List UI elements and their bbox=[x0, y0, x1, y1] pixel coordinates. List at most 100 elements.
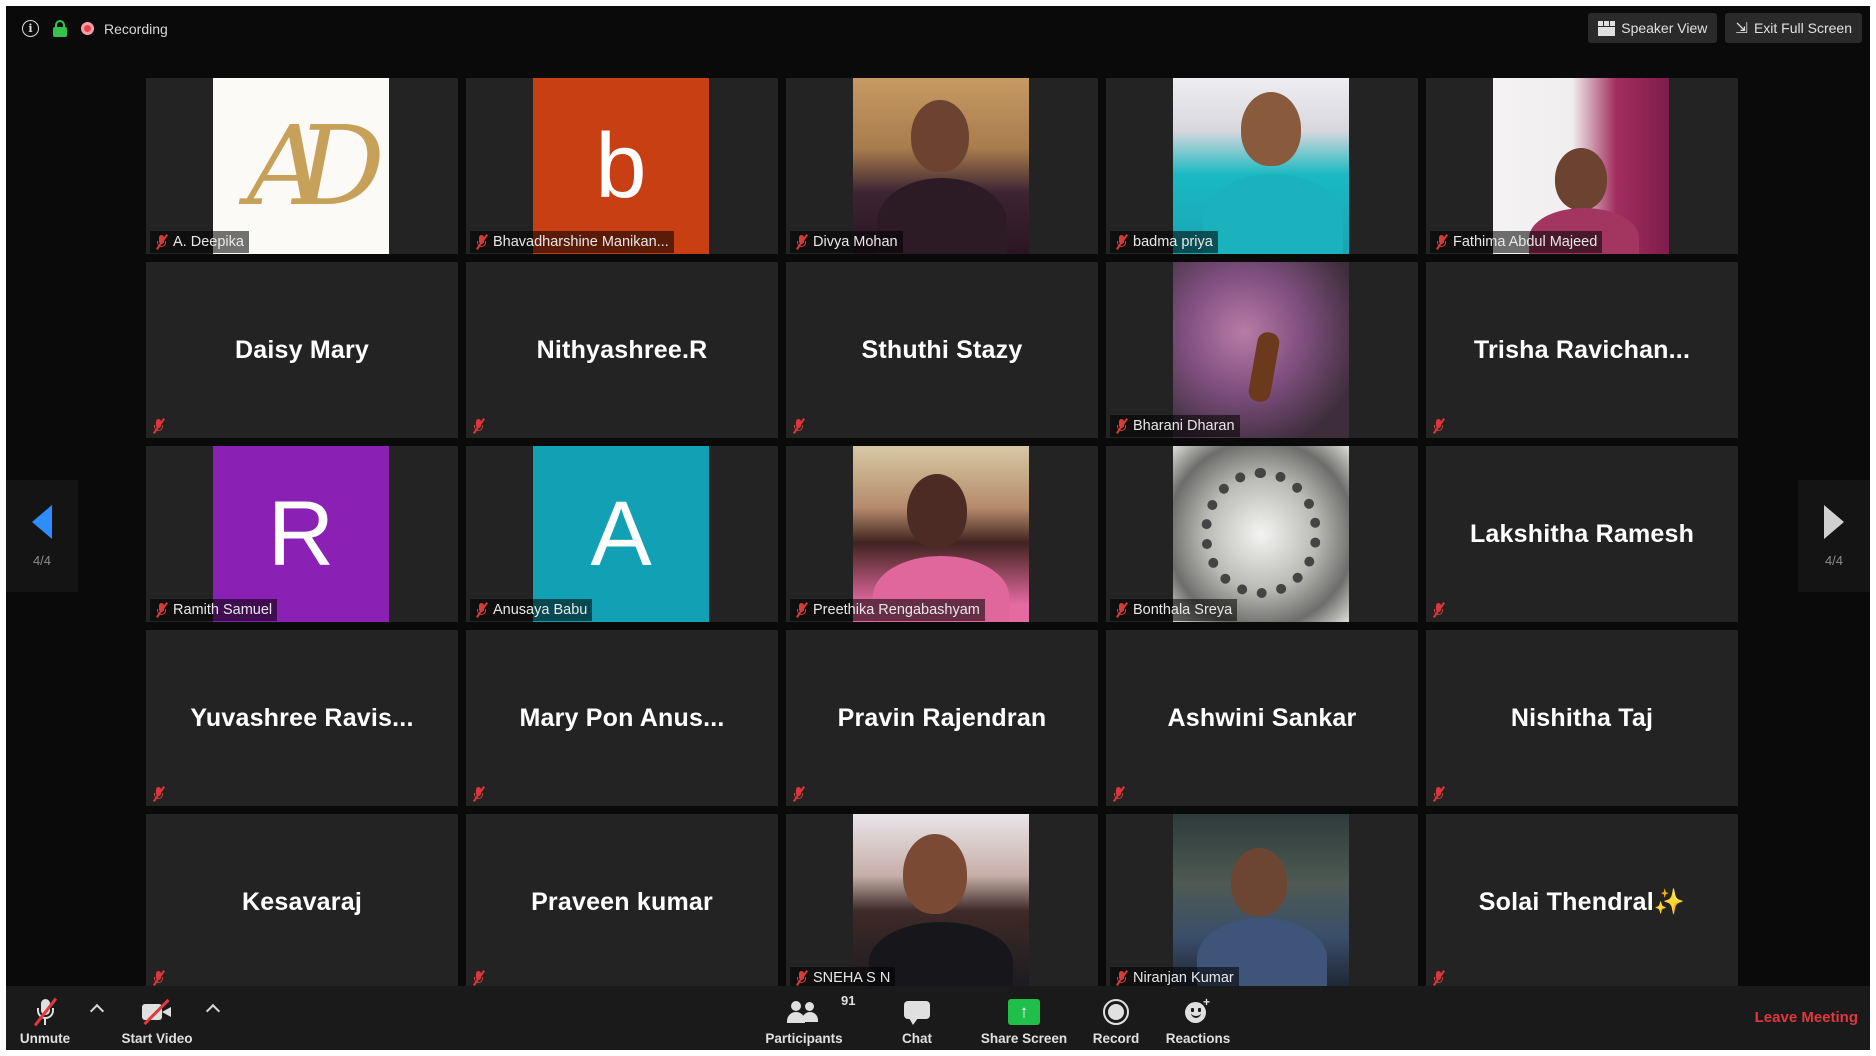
speaker-view-icon bbox=[1598, 20, 1616, 36]
chat-button[interactable]: Chat bbox=[894, 992, 940, 1048]
participant-name: Kesavaraj bbox=[242, 887, 362, 916]
participant-nameplate: Ramith Samuel bbox=[150, 599, 278, 621]
participant-name: SNEHA S N bbox=[813, 970, 891, 986]
participant-tile[interactable]: Praveen kumar bbox=[466, 814, 778, 990]
participant-tile[interactable]: Fathima Abdul Majeed bbox=[1426, 78, 1738, 254]
speaker-view-button[interactable]: Speaker View bbox=[1588, 13, 1718, 43]
chat-icon bbox=[904, 999, 930, 1025]
mic-muted-icon bbox=[152, 418, 165, 434]
participant-tile[interactable]: Lakshitha Ramesh bbox=[1426, 446, 1738, 622]
previous-page-button[interactable]: 4/4 bbox=[6, 480, 78, 592]
participant-tile[interactable]: Sthuthi Stazy bbox=[786, 262, 1098, 438]
reactions-label: Reactions bbox=[1165, 1031, 1231, 1046]
participant-name: Bonthala Sreya bbox=[1133, 602, 1233, 618]
top-bar: i Recording Speaker View ⇲ Exit Full Scr… bbox=[6, 6, 1870, 52]
participant-name: Trisha Ravichan... bbox=[1473, 335, 1691, 364]
mic-muted-icon bbox=[1115, 234, 1128, 250]
participant-name: Pravin Rajendran bbox=[837, 703, 1047, 732]
share-screen-icon: ↑ bbox=[1008, 999, 1040, 1025]
mic-muted-icon bbox=[792, 786, 805, 802]
participant-tile[interactable]: badma priya bbox=[1106, 78, 1418, 254]
info-icon[interactable]: i bbox=[22, 20, 39, 37]
mic-muted-icon bbox=[1435, 234, 1448, 250]
participant-video: AD bbox=[213, 78, 389, 254]
unmute-button[interactable]: Unmute bbox=[14, 992, 76, 1048]
participant-nameplate: A. Deepika bbox=[150, 231, 249, 253]
chat-label: Chat bbox=[902, 1031, 932, 1046]
record-icon bbox=[1103, 999, 1129, 1025]
participant-nameplate: badma priya bbox=[1110, 231, 1218, 253]
audio-options-chevron-up-icon[interactable] bbox=[89, 1003, 105, 1019]
mic-muted-icon bbox=[1432, 418, 1445, 434]
meeting-toolbar: Unmute Start Video 91 Participants Chat … bbox=[6, 986, 1870, 1050]
mic-muted-icon bbox=[475, 234, 488, 250]
participant-tile[interactable]: R Ramith Samuel bbox=[146, 446, 458, 622]
exit-full-screen-button[interactable]: ⇲ Exit Full Screen bbox=[1725, 13, 1862, 43]
participant-nameplate: Bhavadharshine Manikan... bbox=[470, 231, 674, 253]
mic-muted-icon bbox=[795, 970, 808, 986]
participant-tile[interactable]: Bonthala Sreya bbox=[1106, 446, 1418, 622]
participant-tile[interactable]: Nishitha Taj bbox=[1426, 630, 1738, 806]
record-button[interactable]: Record bbox=[1088, 992, 1144, 1048]
video-options-chevron-up-icon[interactable] bbox=[205, 1003, 221, 1019]
participant-tile[interactable]: Trisha Ravichan... bbox=[1426, 262, 1738, 438]
share-screen-label: Share Screen bbox=[980, 1031, 1068, 1046]
mic-muted-icon bbox=[1115, 418, 1128, 434]
mic-muted-icon bbox=[152, 970, 165, 986]
lock-icon[interactable] bbox=[53, 20, 67, 37]
participant-name: Yuvashree Ravis... bbox=[190, 703, 414, 732]
participant-name: Sthuthi Stazy bbox=[861, 335, 1023, 364]
mic-muted-icon bbox=[152, 786, 165, 802]
participant-nameplate: Anusaya Babu bbox=[470, 599, 593, 621]
participant-avatar: b bbox=[533, 78, 709, 254]
participant-tile[interactable]: Yuvashree Ravis... bbox=[146, 630, 458, 806]
participants-button[interactable]: 91 Participants bbox=[758, 992, 855, 1048]
participants-label: Participants bbox=[765, 1031, 843, 1046]
participant-tile[interactable]: Kesavaraj bbox=[146, 814, 458, 990]
participant-tile[interactable]: Divya Mohan bbox=[786, 78, 1098, 254]
participant-tile[interactable]: Bharani Dharan bbox=[1106, 262, 1418, 438]
participant-tile[interactable]: Ashwini Sankar bbox=[1106, 630, 1418, 806]
video-off-icon bbox=[140, 998, 174, 1026]
participant-tile[interactable]: Preethika Rengabashyam bbox=[786, 446, 1098, 622]
participant-tile[interactable]: Nithyashree.R bbox=[466, 262, 778, 438]
start-video-label: Start Video bbox=[121, 1031, 193, 1046]
participant-name: Mary Pon Anus... bbox=[519, 703, 725, 732]
participant-name: Preethika Rengabashyam bbox=[813, 602, 980, 618]
participant-nameplate: Fathima Abdul Majeed bbox=[1430, 231, 1603, 253]
participant-nameplate: Bharani Dharan bbox=[1110, 415, 1240, 437]
participant-avatar: R bbox=[213, 446, 389, 622]
next-page-button[interactable]: 4/4 bbox=[1798, 480, 1870, 592]
participant-tile[interactable]: A Anusaya Babu bbox=[466, 446, 778, 622]
participant-name: Ashwini Sankar bbox=[1167, 703, 1357, 732]
participant-tile[interactable]: Daisy Mary bbox=[146, 262, 458, 438]
participant-nameplate: Preethika Rengabashyam bbox=[790, 599, 985, 621]
reactions-button[interactable]: + Reactions bbox=[1162, 992, 1234, 1048]
mic-muted-icon bbox=[155, 602, 168, 618]
mic-muted-icon bbox=[1432, 602, 1445, 618]
participant-tile[interactable]: Solai Thendral✨ bbox=[1426, 814, 1738, 990]
participant-name: Anusaya Babu bbox=[493, 602, 588, 618]
participant-video bbox=[1173, 78, 1349, 254]
mic-muted-icon bbox=[795, 234, 808, 250]
participant-tile[interactable]: SNEHA S N bbox=[786, 814, 1098, 990]
mic-muted-icon bbox=[472, 970, 485, 986]
microphone-muted-icon bbox=[33, 997, 58, 1027]
participant-tile[interactable]: b Bhavadharshine Manikan... bbox=[466, 78, 778, 254]
participant-video bbox=[853, 446, 1029, 622]
participant-video bbox=[1173, 262, 1349, 438]
start-video-button[interactable]: Start Video bbox=[114, 992, 200, 1048]
participant-video bbox=[853, 78, 1029, 254]
participant-video bbox=[1173, 446, 1349, 622]
participant-tile[interactable]: Mary Pon Anus... bbox=[466, 630, 778, 806]
participant-tile[interactable]: Niranjan Kumar bbox=[1106, 814, 1418, 990]
participant-nameplate: Bonthala Sreya bbox=[1110, 599, 1238, 621]
record-label: Record bbox=[1092, 1031, 1140, 1046]
participant-tile[interactable]: AD A. Deepika bbox=[146, 78, 458, 254]
leave-meeting-button[interactable]: Leave Meeting bbox=[1755, 1009, 1858, 1026]
recording-dot-icon bbox=[81, 22, 94, 35]
mic-muted-icon bbox=[792, 418, 805, 434]
page-indicator-right: 4/4 bbox=[1824, 552, 1844, 568]
share-screen-button[interactable]: ↑ Share Screen bbox=[976, 992, 1072, 1048]
participant-tile[interactable]: Pravin Rajendran bbox=[786, 630, 1098, 806]
